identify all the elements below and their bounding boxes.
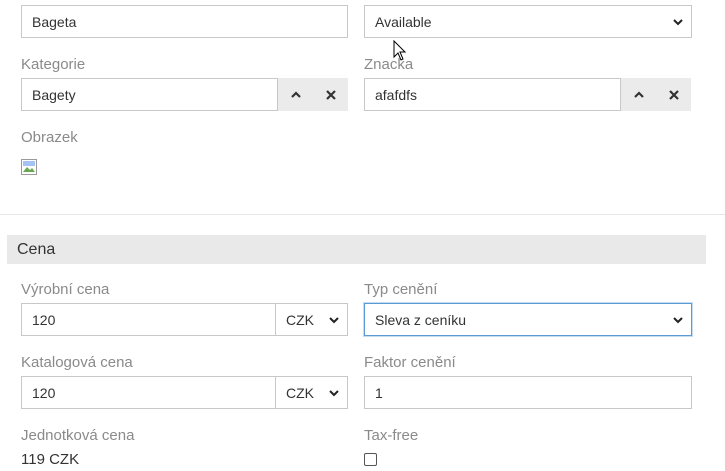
- vyrobni-cena-currency-select[interactable]: CZK: [275, 303, 348, 336]
- close-icon: [325, 89, 336, 100]
- kategorie-value: Bagety: [32, 86, 76, 103]
- broken-image-icon: [21, 159, 37, 175]
- cena-section-header: Cena: [7, 235, 706, 264]
- vyrobni-cena-label: Výrobní cena: [21, 281, 110, 298]
- katalogova-cena-currency: CZK: [286, 384, 314, 401]
- typ-ceneni-select[interactable]: Sleva z ceníku: [364, 303, 692, 336]
- name-input[interactable]: Bageta: [21, 5, 348, 38]
- faktor-ceneni-label: Faktor cenění: [364, 354, 456, 371]
- vyrobni-cena-currency: CZK: [286, 311, 314, 328]
- cena-section-title: Cena: [17, 240, 56, 258]
- close-icon: [668, 89, 679, 100]
- section-divider: [0, 214, 725, 215]
- tax-free-label: Tax-free: [364, 427, 419, 444]
- chevron-down-icon: [329, 316, 339, 323]
- znacka-input[interactable]: afafdfs: [364, 78, 621, 111]
- jednotkova-cena-value: 119 CZK: [21, 451, 80, 468]
- znacka-value: afafdfs: [375, 86, 418, 103]
- kategorie-clear-button[interactable]: [313, 78, 348, 111]
- availability-select[interactable]: Available: [364, 5, 692, 38]
- znacka-up-button[interactable]: [621, 78, 656, 111]
- chevron-up-icon: [633, 90, 644, 98]
- obrazek-label: Obrazek: [21, 129, 78, 146]
- kategorie-input[interactable]: Bagety: [21, 78, 278, 111]
- vyrobni-cena-input[interactable]: 120: [21, 303, 276, 336]
- katalogova-cena-label: Katalogová cena: [21, 354, 133, 371]
- typ-ceneni-label: Typ cenění: [364, 281, 438, 298]
- chevron-up-icon: [290, 90, 301, 98]
- availability-select-value: Available: [375, 13, 432, 30]
- faktor-ceneni-value: 1: [375, 384, 383, 401]
- katalogova-cena-currency-select[interactable]: CZK: [275, 376, 348, 409]
- vyrobni-cena-value: 120: [32, 311, 56, 328]
- katalogova-cena-input[interactable]: 120: [21, 376, 276, 409]
- jednotkova-cena-label: Jednotková cena: [21, 427, 135, 444]
- faktor-ceneni-input[interactable]: 1: [364, 376, 692, 409]
- katalogova-cena-value: 120: [32, 384, 56, 401]
- chevron-down-icon: [673, 316, 683, 323]
- znacka-clear-button[interactable]: [656, 78, 691, 111]
- znacka-label: Znacka: [364, 56, 414, 73]
- kategorie-up-button[interactable]: [278, 78, 313, 111]
- chevron-down-icon: [673, 18, 683, 25]
- tax-free-checkbox[interactable]: [364, 453, 377, 466]
- name-input-value: Bageta: [32, 13, 77, 30]
- kategorie-label: Kategorie: [21, 56, 86, 73]
- chevron-down-icon: [329, 389, 339, 396]
- typ-ceneni-value: Sleva z ceníku: [375, 311, 467, 328]
